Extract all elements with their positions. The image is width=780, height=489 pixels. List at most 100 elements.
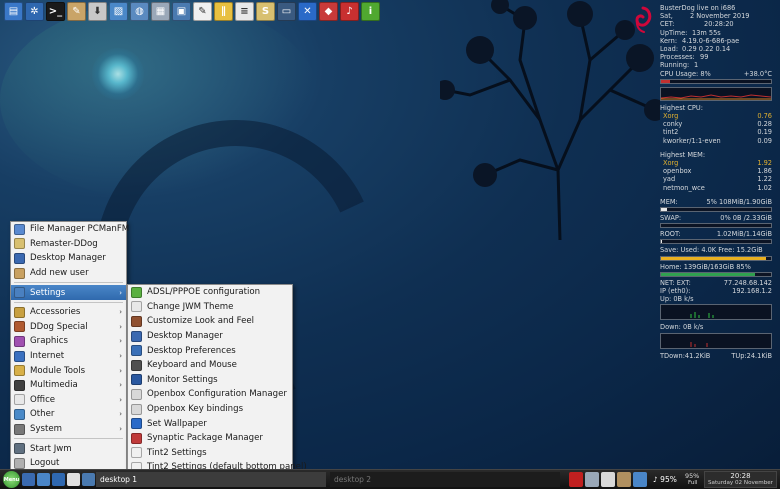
document-icon[interactable]: ≡ xyxy=(235,2,254,21)
process-value: 0.09 xyxy=(757,136,772,145)
process-value: 1.86 xyxy=(757,167,772,176)
process-name: openbox xyxy=(663,167,692,176)
package-manager-glyph: ◆ xyxy=(324,6,333,17)
menu-item-label: Internet xyxy=(30,351,65,362)
chevron-right-icon: › xyxy=(119,352,122,361)
menu-item-label: Desktop Manager xyxy=(147,331,223,342)
menu-item-tint2-settings[interactable]: Tint2 Settings xyxy=(128,446,292,461)
pencils-icon[interactable]: ∥ xyxy=(214,2,233,21)
conky-load-label: Load: xyxy=(660,45,679,54)
menu-item-label: Settings xyxy=(30,287,66,298)
package-manager-icon[interactable]: ◆ xyxy=(319,2,338,21)
conky-save: Save: Used: 4.0K Free: 15.2GiB xyxy=(660,246,763,255)
network-icon[interactable]: ◍ xyxy=(130,2,149,21)
menu-item-customize-look-and-feel[interactable]: Customize Look and Feel xyxy=(128,314,292,329)
calculator-glyph: ▦ xyxy=(155,6,166,17)
clock[interactable]: 20:28 Saturday 02 November xyxy=(704,471,777,488)
edit-icon[interactable]: ✎ xyxy=(67,2,86,21)
notepad-icon[interactable]: ✎ xyxy=(193,2,212,21)
start-menu-button[interactable]: Menu xyxy=(3,471,20,488)
x-tool-icon[interactable]: ✕ xyxy=(298,2,317,21)
menu-item-change-jwm-theme[interactable]: Change JWM Theme xyxy=(128,300,292,315)
image-viewer-icon[interactable]: ▨ xyxy=(109,2,128,21)
menu-item-desktop-manager[interactable]: Desktop Manager xyxy=(11,251,126,266)
file-manager-icon[interactable]: ▤ xyxy=(4,2,23,21)
desktop-1-button[interactable]: desktop 1 xyxy=(96,472,326,487)
document-icon[interactable] xyxy=(601,472,615,487)
system-icon xyxy=(14,423,25,435)
music-icon[interactable]: ♪ xyxy=(340,2,359,21)
menu-item-accessories[interactable]: Accessories › xyxy=(11,305,126,320)
debian-logo-icon xyxy=(635,6,652,33)
screenshot-icon[interactable]: ▣ xyxy=(172,2,191,21)
settings-wheel-glyph: ✲ xyxy=(30,6,39,17)
settings-wheel-icon[interactable]: ✲ xyxy=(25,2,44,21)
network-glyph: ◍ xyxy=(135,6,144,17)
browser-icon[interactable] xyxy=(82,473,95,486)
windows-icon[interactable] xyxy=(585,472,599,487)
conky-time-label: CET: xyxy=(660,20,675,29)
tint2-icon xyxy=(131,447,142,459)
menu-item-system[interactable]: System › xyxy=(11,422,126,437)
conky-up: Up: 0B k/s xyxy=(660,295,694,304)
desktop-2-button[interactable]: desktop 2 xyxy=(330,472,560,487)
chevron-right-icon: › xyxy=(119,381,122,390)
conky-ip: 192.168.1.2 xyxy=(732,287,772,296)
menu-item-graphics[interactable]: Graphics › xyxy=(11,334,126,349)
launcher-bar: ▤ ✲ >_ ✎ ⬇ ▨ ◍ ▦ ▣ ✎ ∥ ≡ S ▭ ✕ ◆ ♪ i xyxy=(4,2,380,22)
install-icon[interactable]: ⬇ xyxy=(88,2,107,21)
desktop-prefs-icon xyxy=(131,345,142,357)
monitor-icon[interactable]: ▭ xyxy=(277,2,296,21)
openbox-keys-icon xyxy=(131,403,142,415)
menu-item-desktop-preferences[interactable]: Desktop Preferences xyxy=(128,343,292,358)
menu-item-openbox-key-bindings[interactable]: Openbox Key bindings xyxy=(128,402,292,417)
menu-item-adsl-pppoe-configuration[interactable]: ADSL/PPPOE configuration xyxy=(128,285,292,300)
menu-item-ddog-special[interactable]: DDog Special › xyxy=(11,320,126,335)
jwm-theme-icon xyxy=(131,301,142,313)
conky-monitor: BusterDog live on i686 Sat, 2 November 20… xyxy=(660,4,772,360)
root-bar xyxy=(660,239,772,245)
shield-icon[interactable] xyxy=(569,472,583,487)
menu-item-keyboard-and-mouse[interactable]: Keyboard and Mouse xyxy=(128,358,292,373)
menu-item-settings[interactable]: Settings › xyxy=(11,285,126,300)
look-feel-icon xyxy=(131,315,142,327)
process-name: yad xyxy=(663,175,676,184)
calculator-icon[interactable]: ▦ xyxy=(151,2,170,21)
start-menu-label: Menu xyxy=(3,476,20,483)
menu-item-multimedia[interactable]: Multimedia › xyxy=(11,378,126,393)
menu-item-start-jwm[interactable]: Start Jwm xyxy=(11,441,126,456)
menu-item-set-wallpaper[interactable]: Set Wallpaper xyxy=(128,416,292,431)
conky-home: Home: 139GiB/163GiB 85% xyxy=(660,262,751,271)
menu-item-other[interactable]: Other › xyxy=(11,407,126,422)
network-tray-icon[interactable] xyxy=(617,472,631,487)
sfs-package-icon[interactable]: S xyxy=(256,2,275,21)
conky-date: 2 November 2019 xyxy=(690,12,750,21)
menu-item-file-manager-pcmanfm[interactable]: File Manager PCManFM xyxy=(11,222,129,237)
conky-time: 20:28:20 xyxy=(704,20,734,29)
menu-item-internet[interactable]: Internet › xyxy=(11,349,126,364)
menu-item-label: Synaptic Package Manager xyxy=(147,433,263,444)
file-manager-icon[interactable] xyxy=(37,473,50,486)
cpu-graph xyxy=(660,86,772,101)
terminal-icon[interactable]: >_ xyxy=(46,2,65,21)
menu-item-openbox-configuration-manager[interactable]: Openbox Configuration Manager xyxy=(128,387,292,402)
volume-indicator[interactable]: ♪ 95% xyxy=(653,475,677,484)
menu-item-remaster-ddog[interactable]: Remaster-DDog xyxy=(11,237,126,252)
settings-icon[interactable] xyxy=(52,473,65,486)
menu-item-add-new-user[interactable]: Add new user xyxy=(11,266,126,281)
conky-net-ext: 77.248.68.142 xyxy=(723,278,772,287)
accessories-icon xyxy=(14,306,25,318)
update-icon[interactable] xyxy=(633,472,647,487)
desktop-icon[interactable] xyxy=(22,473,35,486)
conky-running: 1 xyxy=(694,61,699,70)
menu-item-monitor-settings[interactable]: Monitor Settings xyxy=(128,373,292,388)
cpu-bar xyxy=(660,78,772,84)
menu-item-module-tools[interactable]: Module Tools › xyxy=(11,363,126,378)
menu-item-synaptic-package-manager[interactable]: Synaptic Package Manager xyxy=(128,431,292,446)
terminal-icon[interactable] xyxy=(67,473,80,486)
menu-item-office[interactable]: Office › xyxy=(11,393,126,408)
menu-item-label: Change JWM Theme xyxy=(147,301,234,312)
menu-item-desktop-manager[interactable]: Desktop Manager xyxy=(128,329,292,344)
info-icon[interactable]: i xyxy=(361,2,380,21)
taskbar: Menu desktop 1 desktop 2 ♪ 95% 95% Full … xyxy=(0,469,780,489)
